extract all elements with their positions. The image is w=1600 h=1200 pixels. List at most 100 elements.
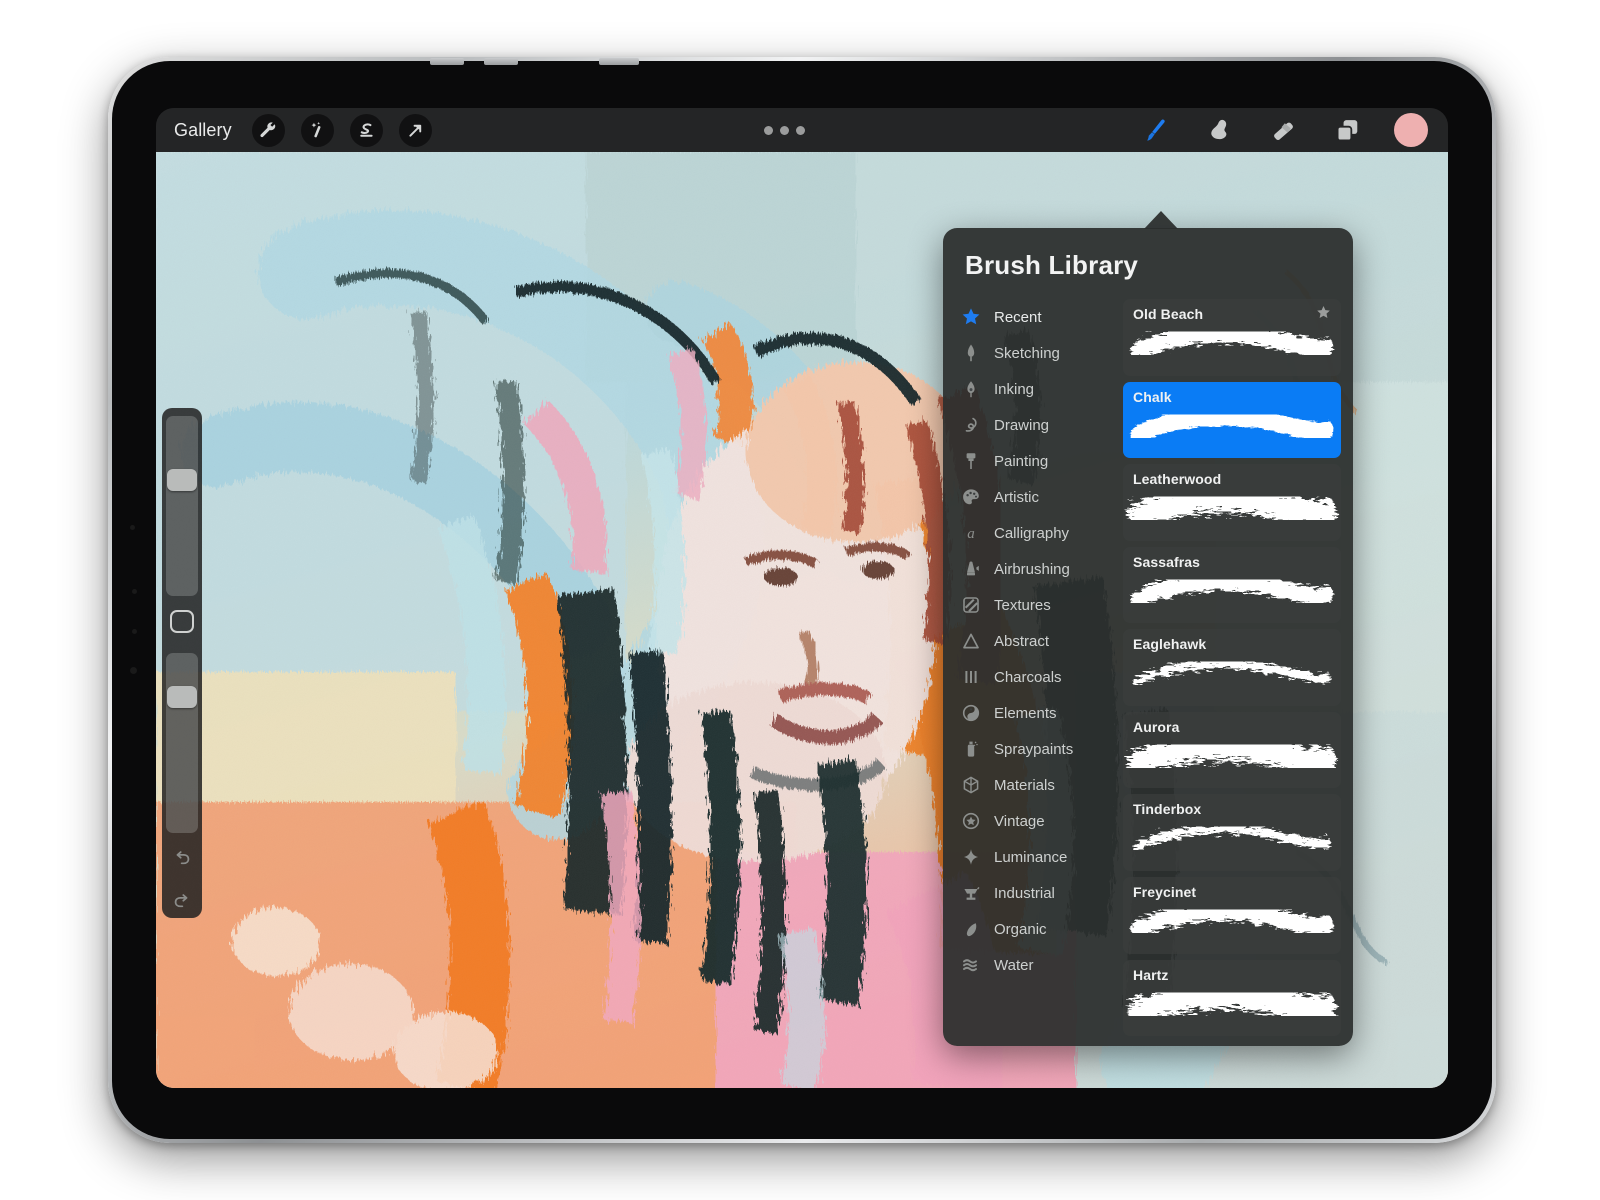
brush-category-label: Organic xyxy=(994,920,1047,938)
spray-can-icon xyxy=(961,739,981,759)
brush-category-label: Materials xyxy=(994,776,1055,794)
brush-item[interactable]: Eaglehawk xyxy=(1123,629,1341,706)
brush-icon xyxy=(1146,118,1165,141)
sparkle-icon xyxy=(961,847,981,867)
panel-title: Brush Library xyxy=(965,250,1139,280)
brush-category-charcoals[interactable]: Charcoals xyxy=(953,659,1121,695)
yin-yang-icon xyxy=(961,703,981,723)
brush-category-calligraphy[interactable]: a Calligraphy xyxy=(953,515,1121,551)
smudge-finger-icon xyxy=(1210,119,1226,139)
ipad-screen: Gallery Brush Library Recent Sketching I… xyxy=(156,108,1448,1088)
camera-dot xyxy=(130,525,135,530)
brush-size-knob[interactable] xyxy=(167,469,197,492)
hatch-square-icon xyxy=(961,595,981,615)
opacity-slider[interactable] xyxy=(166,653,198,833)
favorite-star-icon[interactable] xyxy=(1316,305,1331,325)
brush-category-water[interactable]: Water xyxy=(953,947,1121,983)
brush-category-materials[interactable]: Materials xyxy=(953,767,1121,803)
brush-item[interactable]: Aurora xyxy=(1123,711,1341,789)
volume-up-button[interactable] xyxy=(430,58,464,65)
panel-body: Recent Sketching Inking Drawing Painting Arti… xyxy=(943,293,1353,1046)
ipad-device-frame: Gallery Brush Library Recent Sketching I… xyxy=(108,57,1496,1143)
toolbar-left-group: Gallery xyxy=(156,113,432,147)
selection-button[interactable] xyxy=(349,113,383,147)
brush-size-slider[interactable] xyxy=(166,416,198,596)
brush-stroke-preview xyxy=(1123,561,1341,624)
brush-stroke-preview xyxy=(1123,396,1341,459)
brush-stroke-preview xyxy=(1123,643,1341,706)
actions-button[interactable] xyxy=(251,113,285,147)
brush-item-list: Old Beach Chalk Leatherwood Sassafras Ea… xyxy=(1121,293,1353,1036)
brush-category-luminance[interactable]: Luminance xyxy=(953,839,1121,875)
undo-button[interactable] xyxy=(165,843,199,876)
brush-category-vintage[interactable]: Vintage xyxy=(953,803,1121,839)
brush-category-drawing[interactable]: Drawing xyxy=(953,407,1121,443)
paint-brush-button[interactable] xyxy=(1138,113,1172,147)
opacity-knob[interactable] xyxy=(167,686,197,709)
brush-item[interactable]: Chalk xyxy=(1123,381,1341,459)
adjustments-button[interactable] xyxy=(300,113,334,147)
brush-name: Freycinet xyxy=(1133,883,1197,900)
brush-item[interactable]: Hartz xyxy=(1123,959,1341,1037)
brush-category-recent[interactable]: Recent xyxy=(953,299,1121,335)
overflow-menu-button[interactable] xyxy=(756,118,813,143)
ink-pen-nib-icon xyxy=(961,379,981,399)
volume-down-button[interactable] xyxy=(484,58,518,65)
brush-category-textures[interactable]: Textures xyxy=(953,587,1121,623)
three-bars-icon xyxy=(961,667,981,687)
redo-button[interactable] xyxy=(165,885,199,918)
brush-item[interactable]: Old Beach xyxy=(1123,299,1341,376)
mic-dot xyxy=(132,629,137,634)
leaf-icon xyxy=(961,919,981,939)
brush-item[interactable]: Freycinet xyxy=(1123,876,1341,954)
brush-category-painting[interactable]: Painting xyxy=(953,443,1121,479)
arrow-transform-icon xyxy=(409,124,421,137)
brush-category-label: Industrial xyxy=(994,884,1055,902)
brush-category-label: Artistic xyxy=(994,488,1039,506)
panel-caret xyxy=(1144,211,1178,229)
left-tool-sidebar xyxy=(162,408,202,918)
brush-category-elements[interactable]: Elements xyxy=(953,695,1121,731)
brush-name: Old Beach xyxy=(1133,306,1204,322)
brush-stroke-preview xyxy=(1123,974,1341,1037)
layers-button[interactable] xyxy=(1330,113,1364,147)
squiggle-icon xyxy=(961,415,981,435)
brush-category-label: Sketching xyxy=(994,344,1060,362)
three-dots-icon xyxy=(764,125,774,135)
power-button[interactable] xyxy=(599,58,639,65)
brush-name: Tinderbox xyxy=(1133,801,1202,818)
layers-icon xyxy=(1336,119,1357,141)
selection-s-icon xyxy=(359,122,373,137)
brush-stroke-preview xyxy=(1123,808,1341,871)
star-icon xyxy=(961,307,981,327)
wrench-icon xyxy=(260,121,275,137)
brush-category-organic[interactable]: Organic xyxy=(953,911,1121,947)
brush-category-airbrushing[interactable]: Airbrushing xyxy=(953,551,1121,587)
gallery-button[interactable]: Gallery xyxy=(170,116,236,145)
brush-stroke-preview xyxy=(1123,726,1341,789)
brush-category-label: Calligraphy xyxy=(994,524,1070,542)
brush-category-spraypaints[interactable]: Spraypaints xyxy=(953,731,1121,767)
eraser-button[interactable] xyxy=(1266,113,1300,147)
brush-category-abstract[interactable]: Abstract xyxy=(953,623,1121,659)
color-swatch-button[interactable] xyxy=(1394,113,1428,147)
brush-name: Hartz xyxy=(1133,966,1169,983)
brush-category-label: Charcoals xyxy=(994,668,1062,686)
waves-icon xyxy=(961,955,981,975)
magic-wand-icon xyxy=(311,121,321,137)
brush-category-artistic[interactable]: Artistic xyxy=(953,479,1121,515)
anvil-icon xyxy=(961,883,981,903)
letter-a-icon: a xyxy=(961,523,981,543)
brush-category-industrial[interactable]: Industrial xyxy=(953,875,1121,911)
brush-category-label: Spraypaints xyxy=(994,740,1074,758)
brush-category-sketching[interactable]: Sketching xyxy=(953,335,1121,371)
smudge-button[interactable] xyxy=(1202,113,1236,147)
brush-item[interactable]: Leatherwood xyxy=(1123,464,1341,541)
star-circle-icon xyxy=(961,811,981,831)
transform-button[interactable] xyxy=(398,113,432,147)
modify-button[interactable] xyxy=(170,609,194,634)
brush-category-inking[interactable]: Inking xyxy=(953,371,1121,407)
brush-library-panel: Brush Library Recent Sketching Inking Drawi… xyxy=(943,228,1353,1046)
brush-item[interactable]: Tinderbox xyxy=(1123,794,1341,871)
brush-item[interactable]: Sassafras xyxy=(1123,546,1341,624)
